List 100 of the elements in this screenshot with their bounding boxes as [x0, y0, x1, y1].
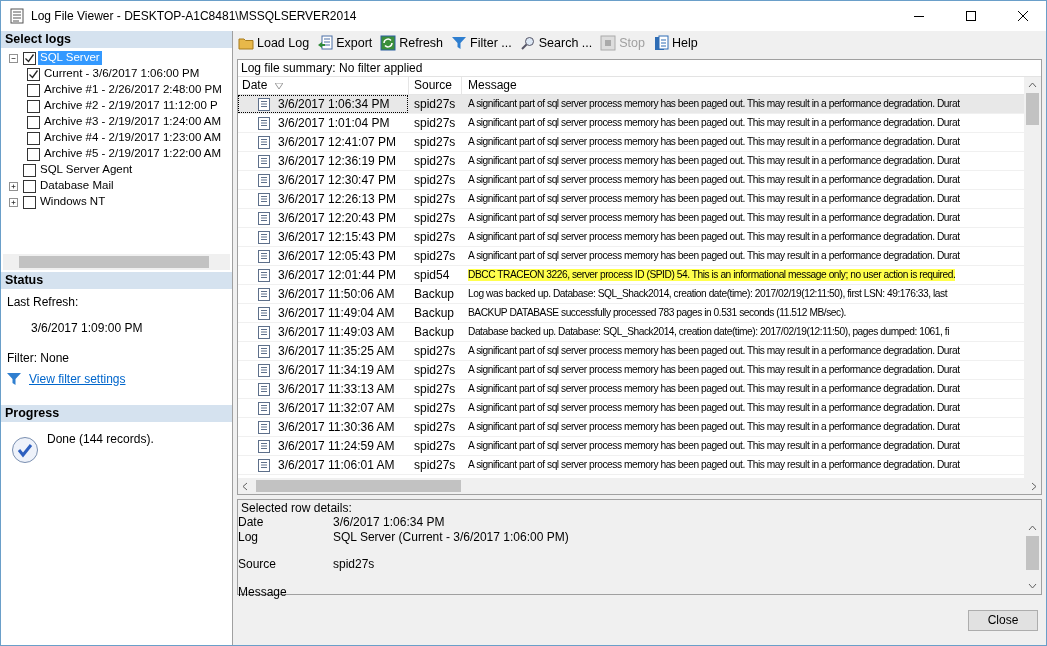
message-text: A significant part of sql server process memory has been paged out. This may result in a performance degradation. Durat: [468, 154, 960, 168]
close-icon[interactable]: [1018, 11, 1028, 21]
table-row-selection[interactable]: 3/6/2017 12:26:13 PM: [238, 190, 408, 208]
tree-item[interactable]: Archive #2 - 2/19/2017 11:12:00 P: [42, 99, 220, 113]
expand-icon[interactable]: [9, 181, 18, 191]
table-row-selection[interactable]: 3/6/2017 11:30:36 AM: [238, 418, 408, 436]
scroll-up-icon[interactable]: [1028, 82, 1037, 88]
table-row-selection[interactable]: 3/6/2017 11:33:13 AM: [238, 380, 408, 398]
table-row-selection[interactable]: 3/6/2017 1:06:34 PM: [238, 95, 408, 113]
table-row-selection[interactable]: 3/6/2017 11:49:04 AM: [238, 304, 408, 322]
filter-status: Filter: None: [7, 351, 71, 366]
checkbox[interactable]: [27, 83, 40, 97]
log-entry-icon: [258, 382, 270, 396]
checkbox[interactable]: [27, 131, 40, 145]
toolbar-button[interactable]: Export: [316, 35, 374, 51]
refresh-icon: [380, 35, 397, 51]
tree-item[interactable]: SQL Server Agent: [38, 163, 135, 177]
table-row-selection[interactable]: 3/6/2017 11:49:03 AM: [238, 323, 408, 341]
tree-item[interactable]: Archive #3 - 2/19/2017 1:24:00 AM: [42, 115, 224, 129]
scroll-down-icon[interactable]: [1028, 583, 1037, 589]
table-row-selection[interactable]: 3/6/2017 11:24:59 AM: [238, 437, 408, 455]
date-text: 3/6/2017 12:30:47 PM: [278, 172, 397, 188]
date-text: 3/6/2017 12:15:43 PM: [278, 229, 397, 245]
scroll-thumb[interactable]: [1026, 93, 1039, 125]
source-text: spid27s: [414, 381, 456, 397]
source-text: spid27s: [414, 229, 456, 245]
checkbox[interactable]: [27, 147, 40, 161]
checkbox[interactable]: [23, 179, 36, 193]
table-row-selection[interactable]: 3/6/2017 12:30:47 PM: [238, 171, 408, 189]
table-row-selection[interactable]: 3/6/2017 12:20:43 PM: [238, 209, 408, 227]
date-text: 3/6/2017 1:01:04 PM: [278, 115, 390, 131]
source-text: spid27s: [414, 457, 456, 473]
message-text: A significant part of sql server process memory has been paged out. This may result in a performance degradation. Durat: [468, 363, 960, 377]
section-header: Progress: [1, 404, 232, 422]
last-refresh-value: 3/6/2017 1:09:00 PM: [31, 320, 144, 336]
source-text: spid27s: [414, 400, 456, 416]
table-row-selection[interactable]: 3/6/2017 11:32:07 AM: [238, 399, 408, 417]
search-icon: [519, 35, 536, 51]
source-text: spid27s: [414, 153, 456, 169]
scroll-thumb[interactable]: [256, 480, 461, 492]
message-text: A significant part of sql server process memory has been paged out. This may result in a performance degradation. Durat: [468, 458, 960, 472]
toolbar-button[interactable]: Load Log: [237, 35, 311, 51]
toolbar-button[interactable]: Refresh: [379, 35, 445, 51]
source-text: spid27s: [414, 134, 456, 150]
view-filter-link[interactable]: View filter settings: [29, 371, 126, 387]
message-text: A significant part of sql server process memory has been paged out. This may result in a performance degradation. Durat: [468, 439, 960, 453]
source-text: spid27s: [414, 362, 456, 378]
vertical-scrollbar[interactable]: [1024, 77, 1041, 478]
folder-icon: [238, 35, 254, 51]
source-text: spid27s: [414, 419, 456, 435]
column-header[interactable]: Date: [242, 78, 268, 93]
tree-item[interactable]: Database Mail: [38, 179, 116, 193]
table-row-selection[interactable]: 3/6/2017 12:15:43 PM: [238, 228, 408, 246]
scroll-thumb[interactable]: [1026, 536, 1039, 570]
checkbox[interactable]: [27, 99, 40, 113]
checkbox[interactable]: [23, 195, 36, 209]
maximize-icon[interactable]: [966, 11, 976, 21]
table-row-selection[interactable]: 3/6/2017 11:06:01 AM: [238, 456, 408, 474]
date-text: 3/6/2017 11:32:07 AM: [278, 400, 395, 416]
filter-icon: [7, 371, 21, 386]
tree-item[interactable]: Current - 3/6/2017 1:06:00 PM: [42, 67, 202, 81]
tree-item[interactable]: Windows NT: [38, 195, 108, 209]
tree-item[interactable]: Archive #5 - 2/19/2017 1:22:00 AM: [42, 147, 224, 161]
log-entry-icon: [258, 249, 270, 263]
checkbox[interactable]: [27, 67, 40, 81]
close-button[interactable]: Close: [968, 609, 1038, 631]
source-text: Backup: [414, 305, 455, 321]
table-row-selection[interactable]: 3/6/2017 12:05:43 PM: [238, 247, 408, 265]
column-header[interactable]: Source: [408, 77, 461, 94]
minimize-icon[interactable]: [914, 15, 924, 17]
table-row-selection[interactable]: 3/6/2017 12:01:44 PM: [238, 266, 408, 284]
checkbox[interactable]: [23, 51, 36, 65]
checkbox[interactable]: [23, 163, 36, 177]
toolbar-button[interactable]: Search ...: [518, 35, 594, 51]
collapse-icon[interactable]: [9, 53, 18, 63]
table-row-selection[interactable]: 3/6/2017 11:35:25 AM: [238, 342, 408, 360]
table-row-selection[interactable]: 3/6/2017 1:01:04 PM: [238, 114, 408, 132]
scroll-thumb[interactable]: [19, 255, 209, 268]
log-entry-icon: [258, 211, 270, 225]
horizontal-scrollbar[interactable]: [238, 478, 1041, 494]
checkbox[interactable]: [27, 115, 40, 129]
table-row-selection[interactable]: 3/6/2017 11:50:06 AM: [238, 285, 408, 303]
table-row-selection[interactable]: 3/6/2017 12:36:19 PM: [238, 152, 408, 170]
table-row-selection[interactable]: 3/6/2017 11:34:19 AM: [238, 361, 408, 379]
message-text: A significant part of sql server process memory has been paged out. This may result in a performance degradation. Durat: [468, 401, 960, 415]
toolbar-button[interactable]: Help: [651, 35, 699, 51]
log-entry-icon: [258, 439, 270, 453]
tree-item[interactable]: Archive #1 - 2/26/2017 2:48:00 PM: [42, 83, 224, 97]
log-entry-icon: [258, 230, 270, 244]
log-entry-icon: [258, 420, 270, 434]
help-icon: [652, 35, 669, 51]
tree-item[interactable]: Archive #4 - 2/19/2017 1:23:00 AM: [42, 131, 224, 145]
detail-value: 3/6/2017 1:06:34 PM: [333, 515, 445, 530]
date-text: 3/6/2017 1:06:34 PM: [278, 96, 390, 112]
scroll-up-icon[interactable]: [1028, 525, 1037, 531]
horizontal-scrollbar[interactable]: [3, 253, 230, 270]
expand-icon[interactable]: [9, 197, 18, 207]
toolbar-button[interactable]: Filter ...: [450, 35, 513, 51]
message-text: A significant part of sql server process memory has been paged out. This may result in a performance degradation. Durat: [468, 344, 960, 358]
table-row-selection[interactable]: 3/6/2017 12:41:07 PM: [238, 133, 408, 151]
